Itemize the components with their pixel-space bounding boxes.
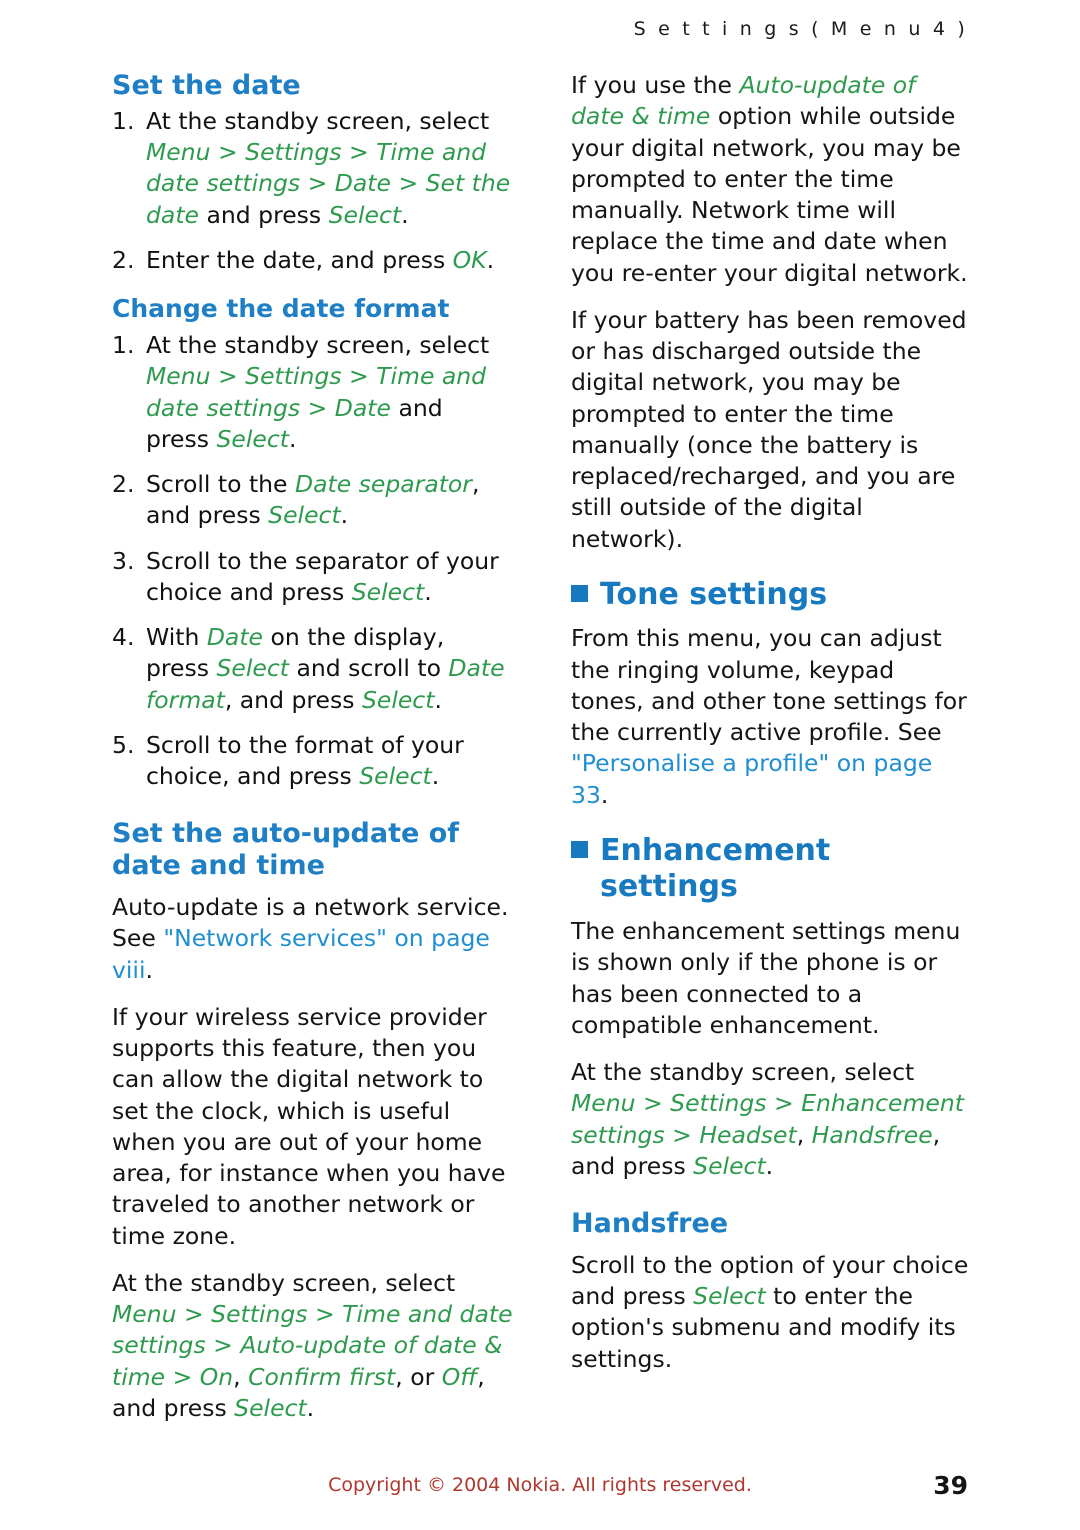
heading-handsfree: Handsfree: [571, 1208, 729, 1240]
list-item: 4. With Date on the display, press Select…: [112, 622, 513, 716]
list-item: 2. Scroll to the Date separator, and pres…: [112, 469, 513, 532]
left-column: Set the date 1. At the standby screen, se…: [112, 70, 513, 1440]
bullet-square-icon: [571, 584, 588, 602]
list-item-text: Scroll to the separator of your choice a…: [146, 546, 499, 606]
two-column-layout: Set the date 1. At the standby screen, se…: [112, 70, 972, 1440]
para-battery-removed: If your battery has been removed or has …: [571, 305, 967, 553]
para-network-service: Auto-update is a network service. See "N…: [112, 893, 509, 984]
manual-page: S e t t i n g s ( M e n u 4 ) Set the da…: [0, 0, 1080, 1530]
list-item-number: 5.: [112, 730, 135, 759]
list-item-number: 2.: [112, 245, 135, 274]
list-item: 3. Scroll to the separator of your choice…: [112, 546, 513, 609]
heading-tone-settings-label: Tone settings: [600, 576, 828, 612]
heading-change-date-format: Change the date format: [112, 294, 450, 324]
para-standby-path: At the standby screen, select Menu > Set…: [112, 1268, 513, 1422]
list-item-number: 1.: [112, 106, 135, 135]
heading-set-auto-update: Set the auto-update of date and time: [112, 818, 460, 882]
list-item: 1. At the standby screen, select Menu > S…: [112, 106, 513, 231]
bullet-square-icon: [571, 840, 588, 858]
list-item-text: At the standby screen, select Menu > Set…: [146, 106, 511, 229]
para-tone-settings: From this menu, you can adjust the ringi…: [571, 624, 967, 809]
list-item: 1. At the standby screen, select Menu > S…: [112, 330, 513, 455]
para-auto-update-outside: If you use the Auto-update of date & tim…: [571, 71, 968, 287]
list-item-text: Scroll to the Date separator, and press …: [146, 470, 480, 530]
list-item: 2. Enter the date, and press OK.: [112, 245, 513, 276]
list-item-number: 3.: [112, 546, 135, 575]
list-item-number: 2.: [112, 470, 135, 499]
list-item: 5. Scroll to the format of your choice, a…: [112, 730, 513, 793]
para-wireless-provider: If your wireless service provider suppor…: [112, 1002, 506, 1250]
list-item-number: 4.: [112, 623, 135, 652]
list-item-text: Scroll to the format of your choice, and…: [146, 730, 464, 791]
list-item-text: At the standby screen, select Menu > Set…: [146, 331, 490, 453]
heading-enhancement-settings-label: Enhancement settings: [600, 832, 831, 905]
para-handsfree: Scroll to the option of your choice and …: [571, 1250, 969, 1373]
list-item-text: With Date on the display, press Select a…: [146, 623, 505, 714]
para-enhancement-path: At the standby screen, select Menu > Set…: [571, 1058, 964, 1180]
para-enhancement-intro: The enhancement settings menu is shown o…: [571, 917, 961, 1039]
list-item-text: Enter the date, and press OK.: [146, 245, 495, 274]
list-set-the-date: 1. At the standby screen, select Menu > S…: [112, 106, 513, 276]
page-header: S e t t i n g s ( M e n u 4 ): [633, 18, 968, 40]
right-column: If you use the Auto-update of date & tim…: [571, 70, 972, 1440]
heading-enhancement-settings: Enhancement settings: [571, 833, 972, 906]
list-change-date-format: 1. At the standby screen, select Menu > S…: [112, 330, 513, 792]
list-item-number: 1.: [112, 331, 135, 360]
footer-copyright: Copyright © 2004 Nokia. All rights reser…: [328, 1474, 752, 1496]
heading-tone-settings: Tone settings: [571, 577, 972, 614]
page-number: 39: [933, 1471, 968, 1500]
heading-set-the-date: Set the date: [112, 70, 301, 101]
